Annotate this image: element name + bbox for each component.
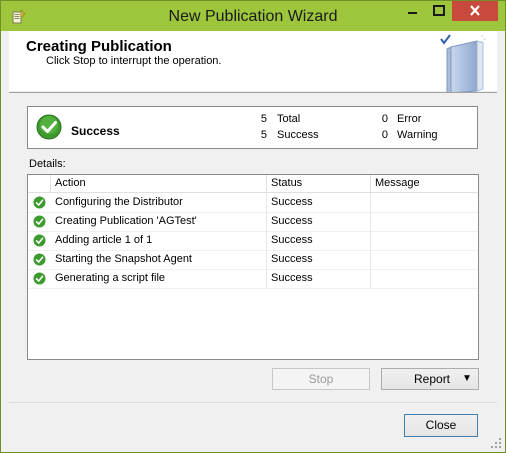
table-row[interactable]: Configuring the Distributor Success bbox=[28, 193, 478, 213]
stop-button[interactable]: Stop bbox=[272, 368, 370, 390]
chevron-down-icon[interactable]: ▼ bbox=[462, 369, 472, 389]
page-subtitle: Click Stop to interrupt the operation. bbox=[46, 55, 222, 67]
row-action: Creating Publication 'AGTest' bbox=[51, 212, 267, 231]
error-label: Error bbox=[397, 113, 422, 125]
success-check-icon bbox=[33, 215, 46, 228]
row-status: Success bbox=[267, 212, 371, 231]
success-check-icon bbox=[33, 196, 46, 209]
maximize-button[interactable] bbox=[426, 1, 452, 21]
row-message bbox=[371, 269, 478, 288]
maximize-icon bbox=[433, 5, 445, 16]
success-check-icon bbox=[33, 253, 46, 266]
row-message bbox=[371, 250, 478, 269]
row-action: Starting the Snapshot Agent bbox=[51, 250, 267, 269]
column-header-icon[interactable] bbox=[28, 175, 51, 192]
summary-status: Success bbox=[71, 124, 120, 138]
column-header-action[interactable]: Action bbox=[51, 175, 267, 192]
success-count: 5 bbox=[260, 129, 267, 141]
table-row[interactable]: Adding article 1 of 1 Success bbox=[28, 231, 478, 251]
row-action: Configuring the Distributor bbox=[51, 193, 267, 212]
row-action: Adding article 1 of 1 bbox=[51, 231, 267, 250]
warning-label: Warning bbox=[397, 129, 438, 141]
success-check-icon bbox=[36, 114, 62, 140]
column-header-status[interactable]: Status bbox=[267, 175, 371, 192]
error-count: 0 bbox=[381, 113, 388, 125]
row-message bbox=[371, 212, 478, 231]
row-status: Success bbox=[267, 250, 371, 269]
table-row[interactable]: Starting the Snapshot Agent Success bbox=[28, 250, 478, 270]
total-label: Total bbox=[277, 113, 301, 125]
resize-grip-icon[interactable] bbox=[490, 437, 502, 449]
row-action: Generating a script file bbox=[51, 269, 267, 288]
success-check-icon bbox=[33, 272, 46, 285]
wizard-book-icon bbox=[440, 34, 486, 93]
window-close-button[interactable] bbox=[452, 1, 498, 21]
warning-count: 0 bbox=[381, 129, 388, 141]
footer-divider bbox=[9, 402, 497, 403]
row-status: Success bbox=[267, 231, 371, 250]
minimize-icon bbox=[408, 12, 417, 14]
summary-panel: Success 5 Total 5 Success 0 Error 0 Warn… bbox=[27, 106, 478, 149]
wizard-window: New Publication Wizard Creating Publicat… bbox=[0, 0, 506, 453]
table-row[interactable]: Creating Publication 'AGTest' Success bbox=[28, 212, 478, 232]
report-button-label: Report bbox=[414, 372, 451, 386]
success-label: Success bbox=[277, 129, 319, 141]
close-icon bbox=[470, 5, 480, 16]
wizard-header: Creating Publication Click Stop to inter… bbox=[9, 31, 497, 93]
table-row[interactable]: Generating a script file Success bbox=[28, 269, 478, 289]
row-status: Success bbox=[267, 269, 371, 288]
success-check-icon bbox=[33, 234, 46, 247]
row-status: Success bbox=[267, 193, 371, 212]
row-message bbox=[371, 193, 478, 212]
minimize-button[interactable] bbox=[399, 1, 426, 21]
row-message bbox=[371, 231, 478, 250]
header-divider bbox=[9, 92, 497, 93]
table-header: Action Status Message bbox=[28, 175, 478, 193]
details-table[interactable]: Action Status Message Configuring the Di… bbox=[27, 174, 479, 360]
report-button[interactable]: Report ▼ bbox=[381, 368, 479, 390]
details-label: Details: bbox=[29, 158, 66, 170]
total-count: 5 bbox=[260, 113, 267, 125]
column-header-message[interactable]: Message bbox=[371, 175, 478, 192]
close-button[interactable]: Close bbox=[404, 414, 478, 437]
title-bar[interactable]: New Publication Wizard bbox=[1, 1, 505, 31]
page-title: Creating Publication bbox=[26, 38, 172, 55]
